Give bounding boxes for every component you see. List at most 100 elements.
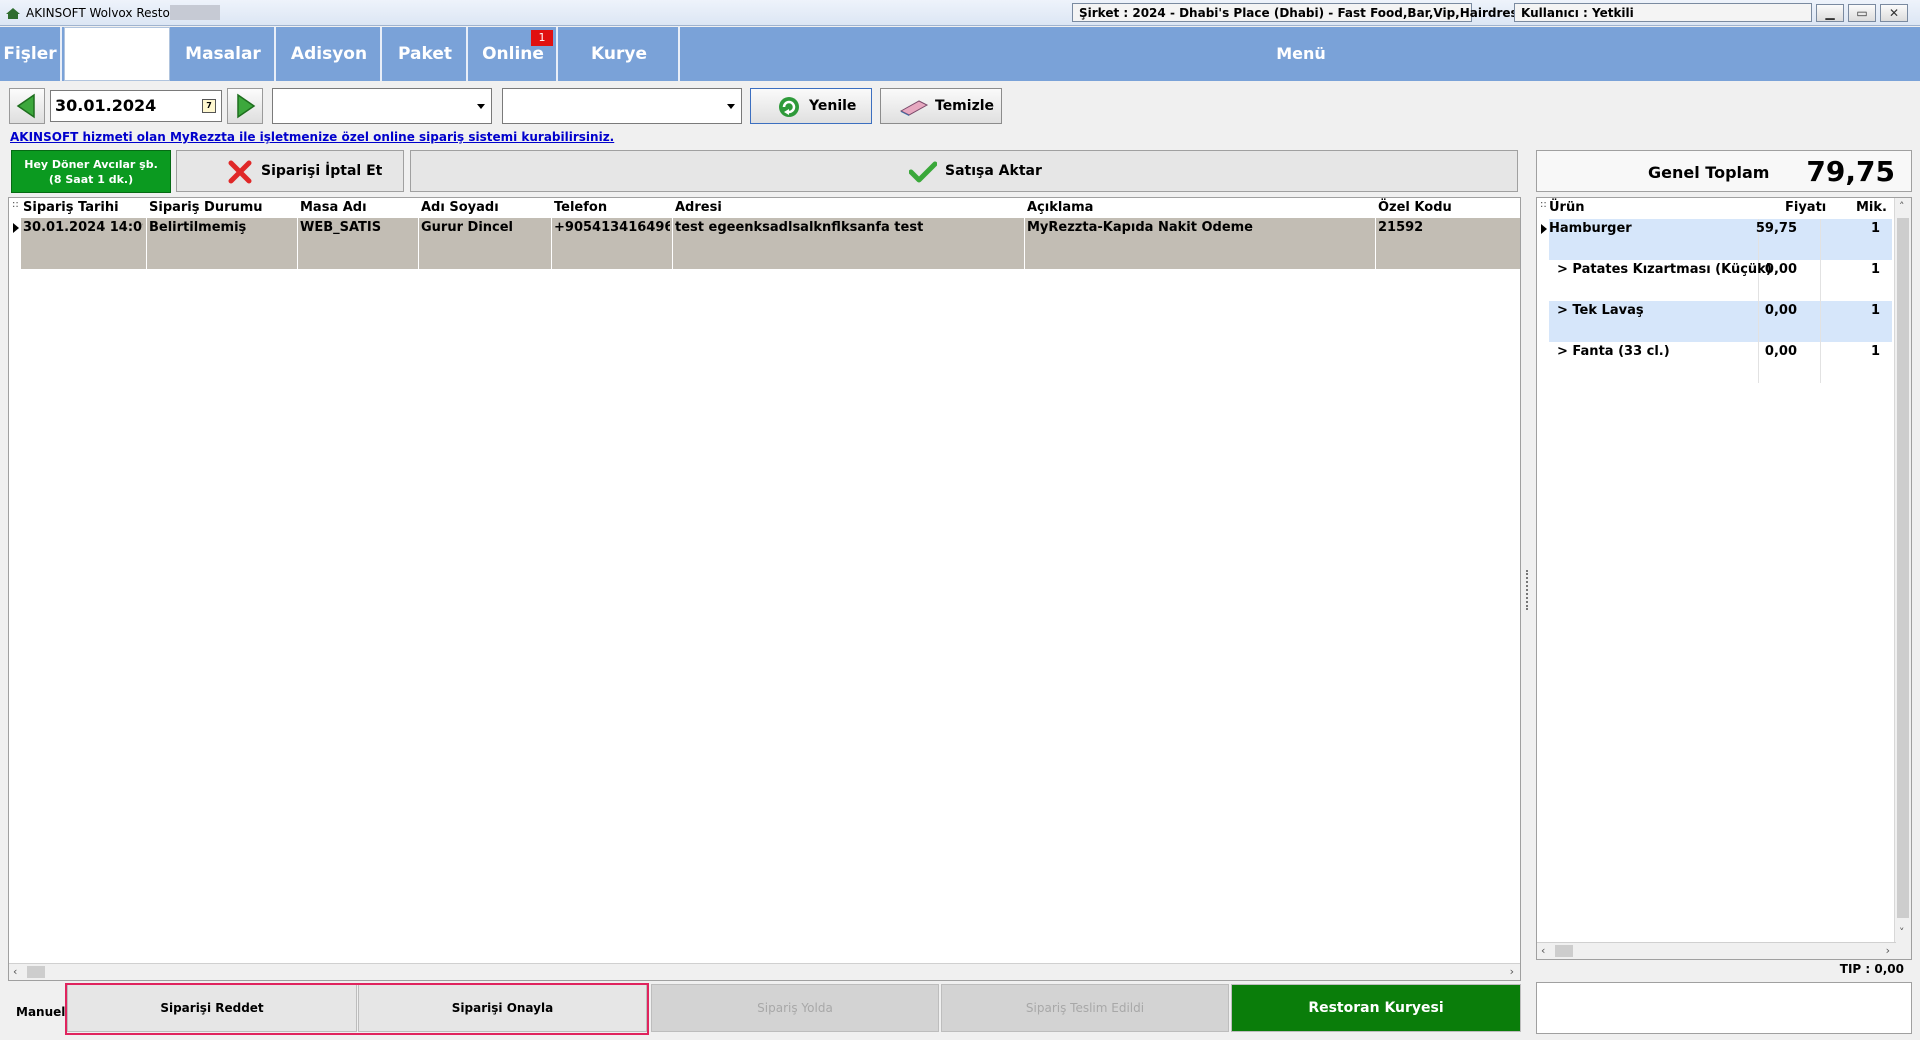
col-header[interactable]: Telefon: [554, 200, 607, 215]
arrow-left-icon: [16, 93, 35, 119]
col-header[interactable]: Masa Adı: [300, 200, 367, 215]
refresh-button[interactable]: Yenile: [750, 88, 872, 124]
item-qty: 1: [1870, 344, 1880, 359]
cell-table-name: WEB_SATIS: [300, 220, 382, 235]
tab-fisler[interactable]: Fişler: [0, 27, 62, 81]
restaurant-courier-button[interactable]: Restoran Kuryesi: [1231, 984, 1521, 1032]
grid-menu-icon[interactable]: ::: [1540, 200, 1547, 210]
scroll-right-icon[interactable]: ›: [1510, 965, 1514, 978]
orders-grid-header: Sipariş Tarihi Sipariş Durumu Masa Adı A…: [9, 198, 1520, 218]
arrow-right-icon: [237, 93, 256, 119]
grand-total-label: Genel Toplam: [1648, 163, 1770, 182]
cancel-order-label: Siparişi İptal Et: [261, 163, 383, 179]
item-name: > Fanta (33 cl.): [1557, 344, 1670, 359]
cell-order-status: Belirtilmemiş: [149, 220, 247, 235]
col-divider: [1758, 301, 1759, 342]
item-name: > Patates Kızartması (Küçük): [1557, 262, 1772, 277]
scroll-left-icon[interactable]: ‹: [13, 965, 17, 978]
col-header[interactable]: Ürün: [1549, 200, 1584, 215]
close-button[interactable]: ✕: [1880, 4, 1908, 22]
col-divider: [1024, 218, 1025, 269]
refresh-label: Yenile: [809, 98, 857, 114]
col-header[interactable]: Özel Kodu: [1378, 200, 1452, 215]
myrezzta-info-link[interactable]: AKINSOFT hizmeti olan MyRezzta ile işlet…: [10, 130, 614, 144]
col-header[interactable]: Açıklama: [1027, 200, 1093, 215]
splitter-grip-icon[interactable]: [1526, 570, 1530, 610]
item-price: 0,00: [1764, 303, 1797, 318]
item-price: 0,00: [1764, 262, 1797, 277]
chevron-down-icon: [477, 104, 485, 109]
user-info: Kullanıcı : Yetkili: [1514, 3, 1812, 22]
col-divider: [672, 218, 673, 269]
col-divider: [146, 218, 147, 269]
col-divider: [1820, 219, 1821, 260]
col-divider: [1375, 218, 1376, 269]
item-name: Hamburger: [1549, 221, 1632, 236]
order-items-grid: :: Ürün Fiyatı Mik. Hamburger 59,75 1 > …: [1536, 197, 1912, 960]
next-date-button[interactable]: [227, 88, 263, 124]
col-header[interactable]: Sipariş Durumu: [149, 200, 263, 215]
transfer-to-sale-button[interactable]: Satışa Aktar: [410, 150, 1518, 192]
clear-label: Temizle: [935, 98, 995, 114]
list-item[interactable]: > Tek Lavaş 0,00 1: [1549, 301, 1892, 342]
clear-button[interactable]: Temizle: [880, 88, 1002, 124]
cancel-order-button[interactable]: Siparişi İptal Et: [176, 150, 404, 192]
col-divider: [1820, 301, 1821, 342]
col-header[interactable]: Mik.: [1856, 200, 1887, 215]
tip-amount: TIP : 0,00: [1839, 962, 1904, 976]
col-header[interactable]: Fiyatı: [1785, 200, 1826, 215]
note-textarea[interactable]: [1536, 982, 1912, 1034]
cell-phone: +905413416496: [554, 220, 670, 235]
scroll-down-icon[interactable]: ˅: [1899, 926, 1905, 939]
cell-description: MyRezzta-Kapıda Nakit Ödeme: [1027, 220, 1253, 235]
col-header[interactable]: Adı Soyadı: [421, 200, 499, 215]
vertical-scrollbar[interactable]: ˄ ˅: [1894, 198, 1911, 959]
prev-date-button[interactable]: [9, 88, 45, 124]
horizontal-scrollbar[interactable]: ‹ ›: [1537, 942, 1896, 959]
row-indicator-icon: [1541, 224, 1547, 234]
app-icon: [6, 8, 20, 19]
scroll-thumb[interactable]: [1897, 218, 1909, 918]
blurred-version: [170, 5, 220, 20]
order-delivered-button[interactable]: Sipariş Teslim Edildi: [941, 984, 1229, 1032]
item-price: 0,00: [1764, 344, 1797, 359]
horizontal-scrollbar[interactable]: ‹ ›: [9, 963, 1520, 980]
col-header[interactable]: Sipariş Tarihi: [23, 200, 119, 215]
transfer-label: Satışa Aktar: [945, 163, 1042, 179]
store-duration: (8 Saat 1 dk.): [48, 173, 134, 186]
col-header[interactable]: Adresi: [675, 200, 722, 215]
date-value: 30.01.2024: [55, 96, 157, 115]
col-divider: [418, 218, 419, 269]
list-item[interactable]: > Patates Kızartması (Küçük) 0,00 1: [1549, 260, 1892, 301]
scroll-up-icon[interactable]: ˄: [1899, 200, 1905, 213]
scroll-thumb[interactable]: [1555, 945, 1573, 957]
cell-order-date: 30.01.2024 14:09: [23, 220, 143, 235]
date-input[interactable]: 30.01.2024 7: [50, 90, 222, 122]
maximize-button[interactable]: ▭: [1848, 4, 1876, 22]
tab-masalar[interactable]: Masalar: [172, 27, 276, 81]
scroll-thumb[interactable]: [27, 966, 45, 978]
list-item[interactable]: > Fanta (33 cl.) 0,00 1: [1549, 342, 1892, 383]
tab-kurye-ekrani[interactable]: Kurye Ekranı: [560, 27, 680, 118]
nav-blank-panel: [64, 27, 170, 81]
list-item[interactable]: Hamburger 59,75 1: [1549, 219, 1892, 260]
col-divider: [1820, 342, 1821, 383]
tab-adisyon[interactable]: Adisyon: [278, 27, 382, 81]
menu-button[interactable]: Menü: [682, 27, 1920, 81]
filter-combo-1[interactable]: [272, 88, 492, 124]
scroll-left-icon[interactable]: ‹: [1541, 944, 1545, 957]
calendar-icon[interactable]: 7: [202, 99, 216, 113]
orders-grid: :: Sipariş Tarihi Sipariş Durumu Masa Ad…: [8, 197, 1521, 981]
chevron-down-icon: [727, 104, 735, 109]
col-divider: [297, 218, 298, 269]
manual-label[interactable]: Manuel: [16, 1005, 65, 1019]
title-bar: AKINSOFT Wolvox Restoran Şirket : 2024 -…: [0, 0, 1920, 26]
scroll-right-icon[interactable]: ›: [1886, 944, 1890, 957]
store-status-card[interactable]: Hey Döner Avcılar şb. (8 Saat 1 dk.): [11, 150, 171, 193]
row-indicator-icon: [13, 223, 19, 233]
filter-combo-2[interactable]: [502, 88, 742, 124]
tab-paket[interactable]: Paket: [384, 27, 468, 81]
checkmark-icon: [909, 161, 937, 183]
order-on-way-button[interactable]: Sipariş Yolda: [651, 984, 939, 1032]
minimize-button[interactable]: ▁: [1816, 4, 1844, 22]
